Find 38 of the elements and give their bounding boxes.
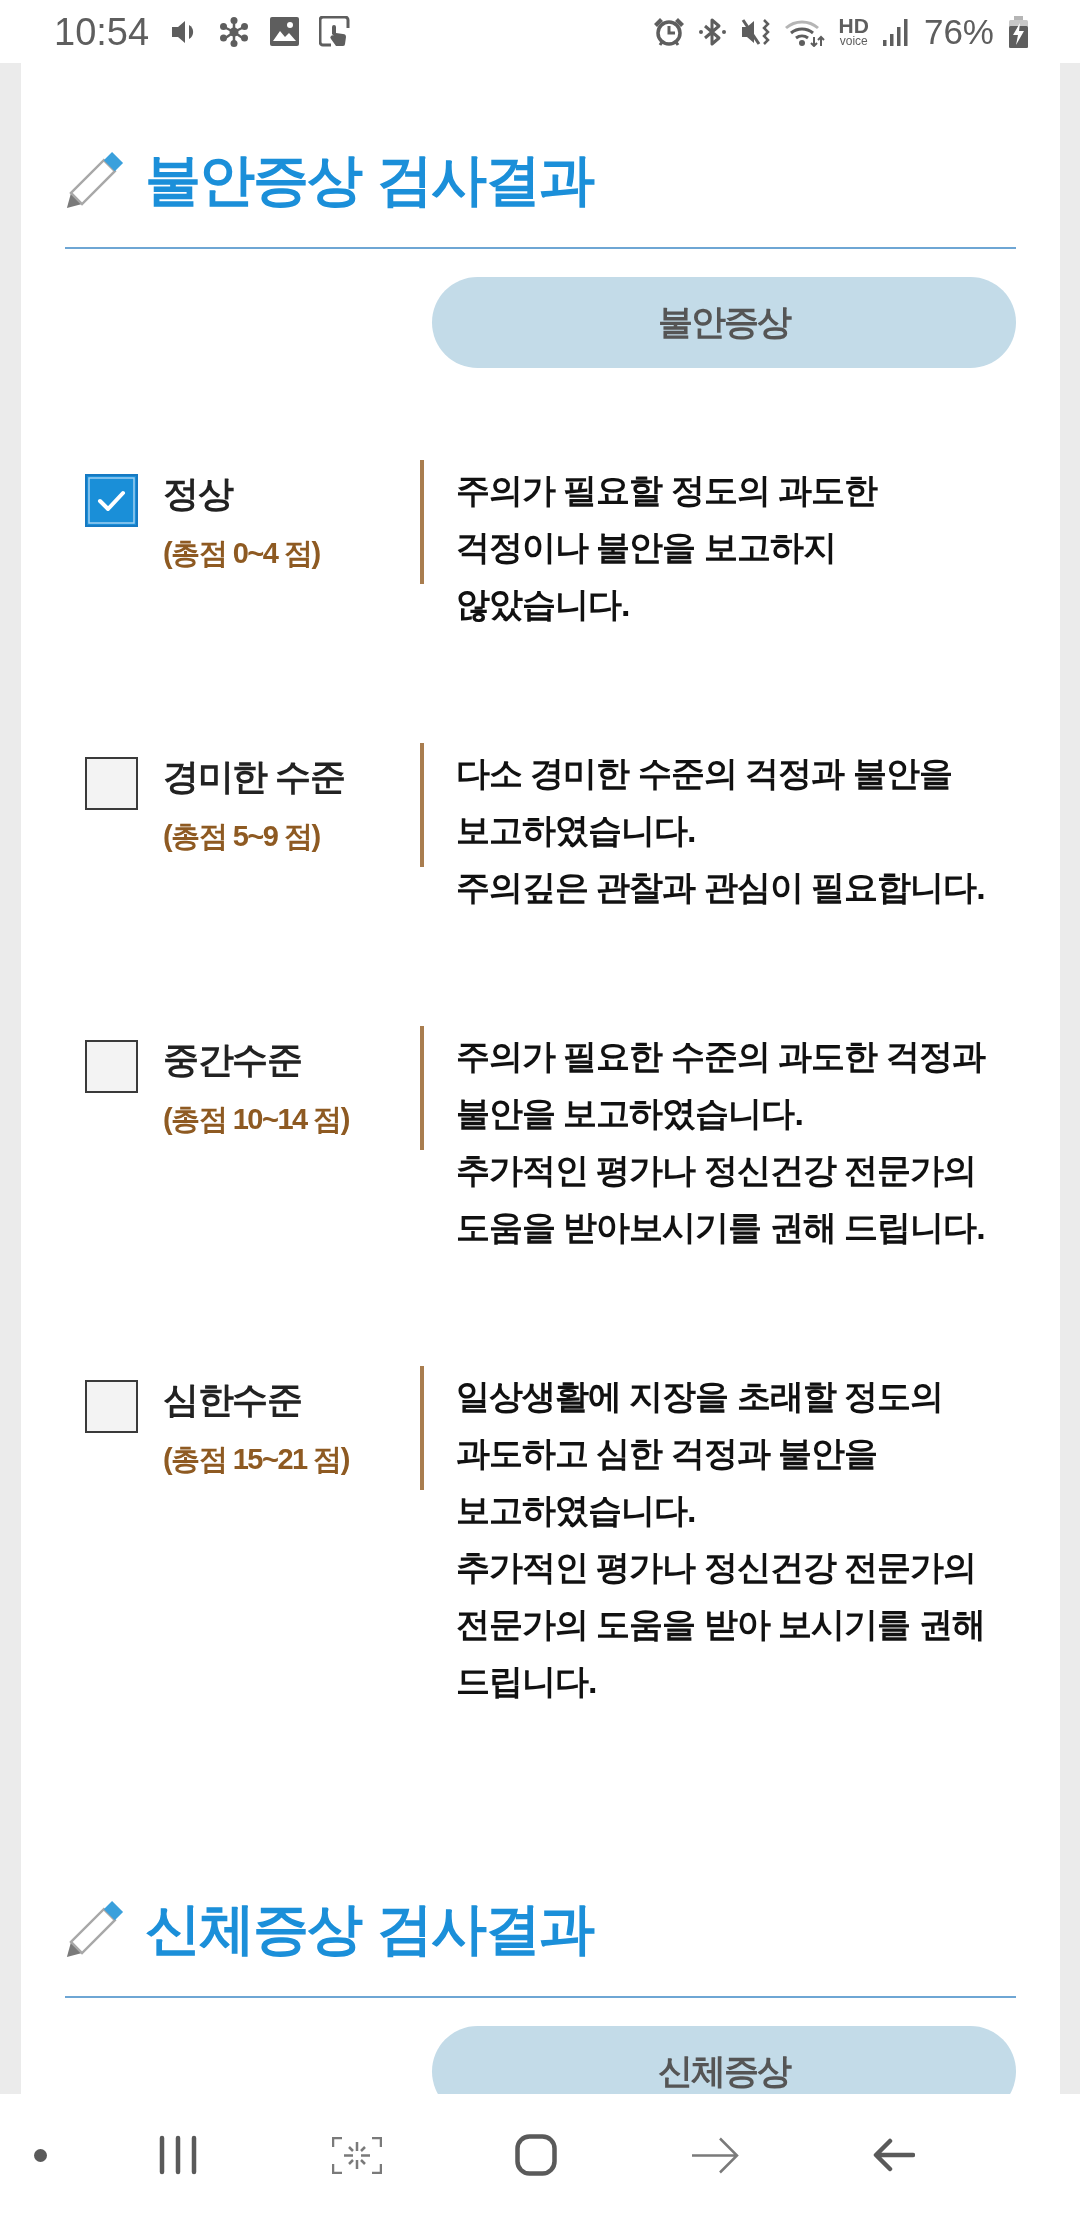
level-description: 주의가 필요할 정도의 과도한 걱정이나 불안을 보고하지 않았습니다. bbox=[456, 470, 879, 625]
alarm-icon bbox=[652, 15, 685, 48]
tap-icon bbox=[319, 16, 351, 47]
score-range: (총점 5~9 점) bbox=[163, 819, 321, 854]
bluetooth-icon bbox=[697, 16, 727, 47]
level-name: 정상 bbox=[163, 472, 234, 516]
category-button[interactable]: 신체증상 bbox=[432, 2026, 1016, 2094]
image-icon bbox=[269, 16, 301, 47]
level-description: 주의가 필요한 수준의 과도한 걱정과 불안을 보고하였습니다. 추가적인 평가나 정신건강 전문가의 도움을 받아보시기를 권해 드립니다. bbox=[456, 1036, 987, 1248]
score-range: (총점 0~4 점) bbox=[163, 536, 321, 571]
section-title: 신체증상 검사결과 bbox=[145, 1896, 595, 1962]
capture-icon[interactable] bbox=[331, 2136, 382, 2174]
level-description: 일상생활에 지장을 초래할 정도의 과도하고 심한 걱정과 불안을 보고하였습니다. 추가적인 평가나 정신건강 전문가의 전문가의 도움을 받아 보시기를 권해 드립니다. bbox=[456, 1376, 986, 1702]
checkbox[interactable] bbox=[85, 1380, 138, 1433]
level-name: 심한수준 bbox=[163, 1378, 302, 1422]
hd-text: HD bbox=[838, 15, 869, 35]
voice-text: voice bbox=[839, 34, 868, 48]
pencil-icon bbox=[65, 1898, 125, 1960]
checkbox[interactable] bbox=[85, 474, 138, 527]
status-time: 10:54 bbox=[54, 9, 150, 54]
level-name: 경미한 수준 bbox=[163, 755, 345, 799]
checkbox[interactable] bbox=[85, 757, 138, 810]
nodes-icon bbox=[218, 15, 251, 48]
dot-icon bbox=[33, 2148, 47, 2162]
level-description: 다소 경미한 수준의 걱정과 불안을 보고하였습니다. 주의깊은 관찰과 관심이 필요합니다. bbox=[456, 753, 986, 908]
level-name: 중간수준 bbox=[163, 1038, 302, 1082]
pencil-icon bbox=[65, 149, 125, 211]
back-icon[interactable] bbox=[872, 2138, 915, 2172]
score-range: (총점 10~14 점) bbox=[163, 1102, 350, 1137]
forward-arrow-icon[interactable] bbox=[690, 2136, 739, 2174]
battery-percent: 76% bbox=[923, 10, 994, 53]
category-button[interactable]: 불안증상 bbox=[432, 277, 1016, 368]
recent-apps-icon[interactable] bbox=[158, 2135, 197, 2175]
section-title: 불안증상 검사결과 bbox=[145, 147, 595, 213]
home-icon[interactable] bbox=[514, 2134, 557, 2176]
signal-icon bbox=[881, 16, 910, 47]
score-range: (총점 15~21 점) bbox=[163, 1442, 350, 1477]
checkbox[interactable] bbox=[85, 1040, 138, 1093]
